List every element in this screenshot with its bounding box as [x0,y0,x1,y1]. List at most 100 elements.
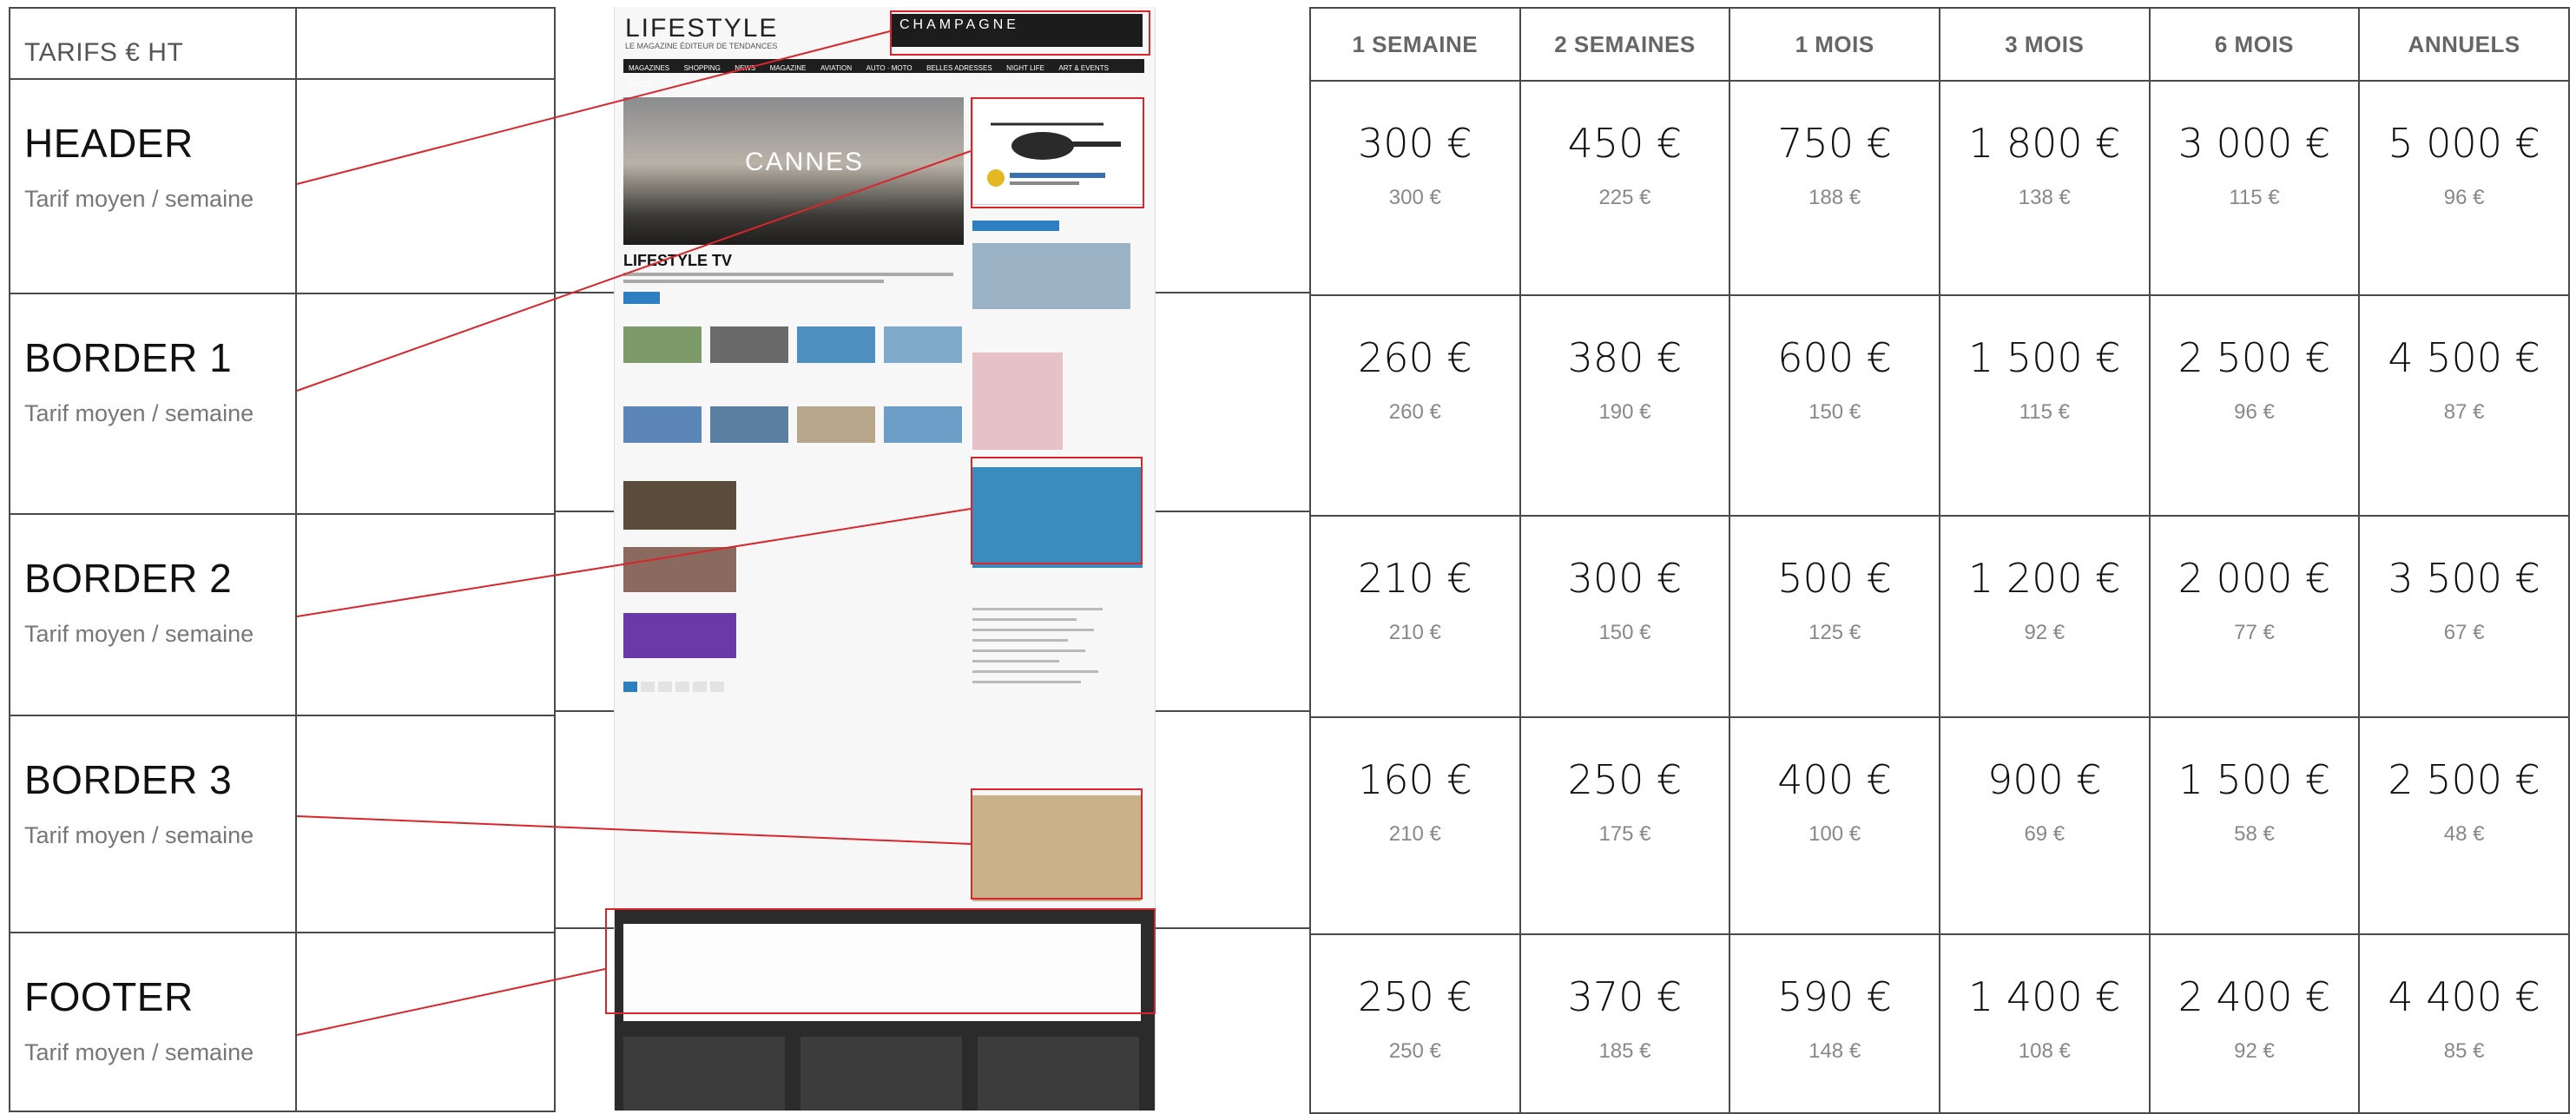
price: 400 € [1777,756,1892,803]
price-cell: 300 € 150 € [1519,515,1731,718]
price: 900 € [1986,756,2102,803]
price: 1 500 € [2177,756,2331,803]
weekly-price: 138 € [2018,186,2071,209]
price: 750 € [1777,120,1892,167]
price-cell: 2 500 € 96 € [2148,294,2361,517]
price-cell: 750 € 188 € [1729,80,1940,296]
price-cell: 370 € 185 € [1519,933,1731,1114]
price-cell: 1 800 € 138 € [1938,80,2151,296]
price-table: 1 SEMAINE 2 SEMAINES 1 MOIS 3 MOIS 6 MOI… [1309,7,2570,1114]
price-cell: 260 € 260 € [1309,294,1521,517]
price-row-border-2: 210 € 210 € 300 € 150 € 500 € 125 € 1 200 €… [1309,515,2570,718]
price-cell: 160 € 210 € [1309,716,1521,935]
price-row-footer: 250 € 250 € 370 € 185 € 590 € 148 € 1 400 €… [1309,933,2570,1114]
weekly-price: 77 € [2234,621,2275,644]
price: 5 000 € [2388,120,2540,167]
price: 160 € [1357,756,1472,803]
weekly-price: 185 € [1598,1039,1651,1063]
weekly-price: 148 € [1808,1039,1861,1063]
price-cell: 1 500 € 115 € [1938,294,2151,517]
weekly-price: 108 € [2018,1039,2071,1063]
weekly-price: 225 € [1598,186,1651,209]
price-cell: 4 500 € 87 € [2358,294,2570,517]
col-header: 1 SEMAINE [1309,7,1521,82]
weekly-price: 210 € [1388,822,1441,846]
price: 4 400 € [2388,973,2540,1020]
price: 2 500 € [2177,334,2331,381]
price-cell: 4 400 € 85 € [2358,933,2570,1114]
price-row-header: 300 € 300 € 450 € 225 € 750 € 188 € 1 800 €… [1309,80,2570,296]
price: 450 € [1567,120,1683,167]
price-cell: 900 € 69 € [1938,716,2151,935]
weekly-price: 92 € [2024,621,2065,644]
price-cell: 3 000 € 115 € [2148,80,2361,296]
weekly-price: 250 € [1388,1039,1441,1063]
weekly-price: 67 € [2443,621,2485,644]
col-header: ANNUELS [2358,7,2570,82]
col-header: 6 MOIS [2148,7,2361,82]
weekly-price: 188 € [1808,186,1861,209]
weekly-price: 125 € [1808,621,1861,644]
weekly-price: 150 € [1808,400,1861,424]
weekly-price: 115 € [2229,186,2280,209]
weekly-price: 96 € [2443,186,2485,209]
price: 600 € [1777,334,1892,381]
price: 250 € [1567,756,1683,803]
price-cell: 2 400 € 92 € [2148,933,2361,1114]
price-cell: 250 € 250 € [1309,933,1521,1114]
price-cell: 250 € 175 € [1519,716,1731,935]
price: 250 € [1357,973,1472,1020]
price: 1 800 € [1968,120,2121,167]
price: 370 € [1567,973,1683,1020]
weekly-price: 210 € [1388,621,1441,644]
weekly-price: 69 € [2024,822,2065,846]
price-cell: 1 500 € 58 € [2148,716,2361,935]
price: 3 000 € [2177,120,2331,167]
price: 380 € [1567,334,1683,381]
col-header: 2 SEMAINES [1519,7,1731,82]
price: 210 € [1357,555,1472,602]
weekly-price: 100 € [1808,822,1861,846]
price-cell: 300 € 300 € [1309,80,1521,296]
price: 1 500 € [1968,334,2121,381]
weekly-price: 48 € [2443,822,2485,846]
price-cell: 1 400 € 108 € [1938,933,2151,1114]
price: 260 € [1357,334,1472,381]
price-cell: 210 € 210 € [1309,515,1521,718]
weekly-price: 260 € [1388,400,1441,424]
weekly-price: 87 € [2443,400,2485,424]
price-cell: 600 € 150 € [1729,294,1940,517]
price: 3 500 € [2388,555,2540,602]
price-cell: 590 € 148 € [1729,933,1940,1114]
weekly-price: 300 € [1388,186,1441,209]
weekly-price: 96 € [2234,400,2275,424]
price: 4 500 € [2388,334,2540,381]
price: 300 € [1567,555,1683,602]
price: 1 200 € [1968,555,2121,602]
weekly-price: 175 € [1598,822,1651,846]
price-cell: 400 € 100 € [1729,716,1940,935]
weekly-price: 190 € [1598,400,1651,424]
price-cell: 3 500 € 67 € [2358,515,2570,718]
price: 1 400 € [1968,973,2121,1020]
weekly-price: 115 € [2019,400,2070,424]
weekly-price: 92 € [2234,1039,2275,1063]
price-cell: 2 000 € 77 € [2148,515,2361,718]
price: 300 € [1357,120,1472,167]
price-cell: 450 € 225 € [1519,80,1731,296]
price-cell: 5 000 € 96 € [2358,80,2570,296]
price-row-border-3: 160 € 210 € 250 € 175 € 400 € 100 € 900 € 69… [1309,716,2570,935]
weekly-price: 58 € [2234,822,2275,846]
col-header: 3 MOIS [1938,7,2151,82]
price: 2 000 € [2177,555,2331,602]
price-cell: 380 € 190 € [1519,294,1731,517]
price: 590 € [1777,973,1892,1020]
price: 2 500 € [2388,756,2540,803]
price-cell: 2 500 € 48 € [2358,716,2570,935]
weekly-price: 85 € [2443,1039,2485,1063]
col-header: 1 MOIS [1729,7,1940,82]
price: 500 € [1777,555,1892,602]
price-cell: 1 200 € 92 € [1938,515,2151,718]
weekly-price: 150 € [1598,621,1651,644]
price: 2 400 € [2177,973,2331,1020]
